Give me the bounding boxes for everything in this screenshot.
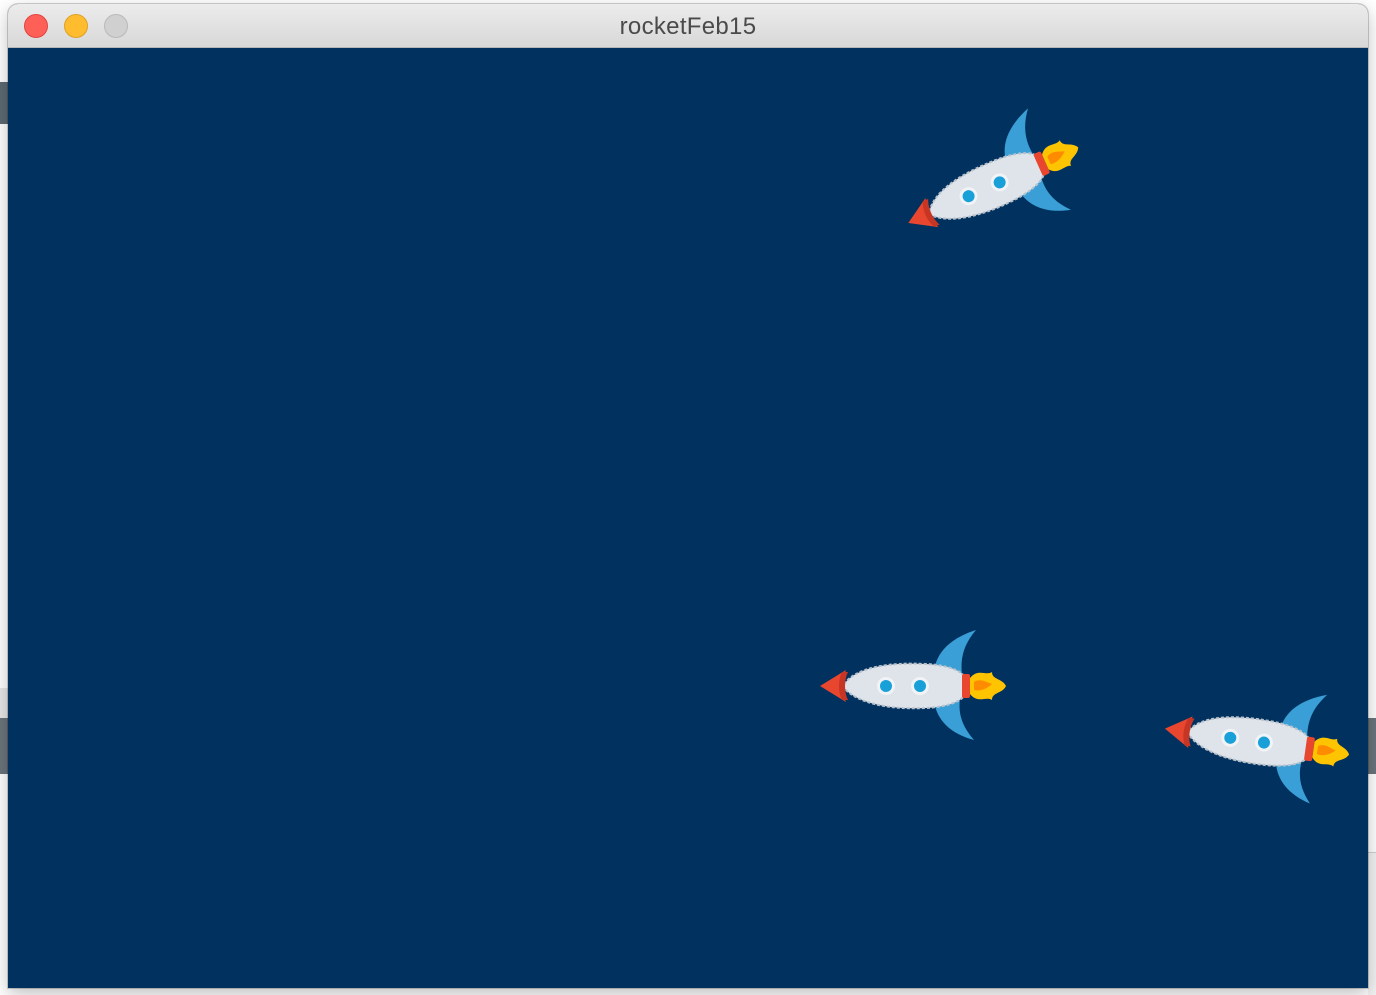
rocket-sprite [880,89,1112,280]
window-title: rocketFeb15 [619,13,757,40]
rocket-sprite [1153,669,1368,816]
rocket-icon [819,629,1007,741]
game-canvas[interactable] [8,48,1368,988]
background-window-edge [1368,718,1376,774]
app-window: rocketFeb15 [8,4,1368,988]
rocket-icon [884,95,1102,274]
background-window-edge [0,718,8,774]
background-window-edge [1368,852,1376,995]
rocket-icon [1156,672,1358,810]
background-window-edge [0,82,8,124]
title-bar[interactable]: rocketFeb15 [8,4,1368,48]
rocket-sprite [816,626,1016,746]
background-window-edge [0,688,8,718]
